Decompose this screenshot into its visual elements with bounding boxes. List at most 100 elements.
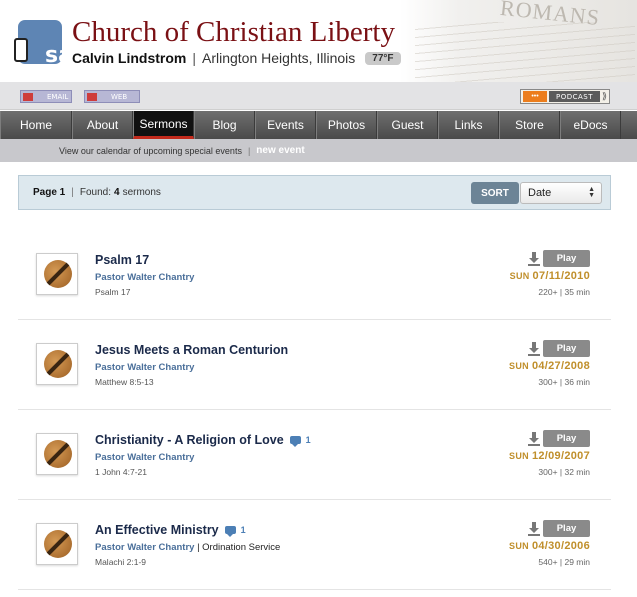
sermon-stats: 300+ | 32 min	[538, 467, 590, 477]
site-header: ROMANS sa Church of Christian Liberty Ca…	[0, 0, 637, 82]
download-icon[interactable]	[528, 522, 540, 536]
new-event-link[interactable]: new event	[256, 145, 304, 156]
updown-arrow-icon: ▲ ▼	[588, 186, 595, 199]
rss-icon: •••	[523, 91, 547, 102]
download-icon[interactable]	[528, 342, 540, 356]
day-of-week: SUN	[509, 541, 529, 551]
comment-bubble-icon	[224, 526, 236, 537]
play-button[interactable]: Play	[543, 520, 590, 537]
phone-icon	[14, 38, 28, 62]
web-button[interactable]: WEB	[84, 90, 140, 103]
sermon-stats: 540+ | 29 min	[538, 557, 590, 567]
nav-home[interactable]: Home	[0, 111, 72, 139]
separator: |	[71, 187, 74, 198]
sermon-thumbnail[interactable]	[36, 523, 78, 565]
nav-sermons[interactable]: Sermons	[133, 111, 194, 139]
sort-button[interactable]: SORT	[471, 182, 519, 204]
page-indicator: Page 1	[33, 187, 66, 198]
location[interactable]: Arlington Heights, Illinois	[202, 50, 355, 66]
sermon-speaker: Pastor Walter Chantry	[95, 452, 194, 463]
event-type: | Ordination Service	[197, 542, 281, 553]
found-suffix: sermons	[122, 187, 161, 198]
download-icon[interactable]	[528, 432, 540, 446]
found-prefix: Found:	[79, 187, 111, 198]
logo-text: sa	[45, 43, 73, 68]
sermon-title[interactable]: An Effective Ministry 1	[95, 523, 246, 537]
sermon-title[interactable]: Psalm 17	[95, 253, 149, 267]
podcast-label: PODCAST	[549, 91, 600, 102]
day-of-week: SUN	[509, 271, 530, 281]
play-button[interactable]: Play	[543, 340, 590, 357]
nav-photos[interactable]: Photos	[316, 111, 377, 139]
play-button[interactable]: Play	[543, 430, 590, 447]
speaker-link[interactable]: Pastor Walter Chantry	[95, 272, 194, 283]
pastor-info: Calvin Lindstrom | Arlington Heights, Il…	[72, 50, 401, 66]
main-nav: Home About Sermons Blog Events Photos Gu…	[0, 111, 637, 139]
sermon-list: Psalm 17 Pastor Walter Chantry Psalm 17 …	[18, 230, 611, 590]
comment-count: 1	[305, 435, 311, 445]
nav-store[interactable]: Store	[499, 111, 560, 139]
date-value: 07/11/2010	[532, 270, 590, 282]
pastor-name: Calvin Lindstrom	[72, 50, 187, 66]
nav-links[interactable]: Links	[438, 111, 499, 139]
comments-link[interactable]: 1	[224, 525, 246, 537]
sermon-row: Christianity - A Religion of Love 1 Past…	[18, 410, 611, 500]
sermon-thumbnail[interactable]	[36, 343, 78, 385]
bible-reference: Psalm 17	[95, 287, 131, 297]
results-toolbar: Page 1 | Found: 4 sermons SORT Date ▲ ▼	[18, 175, 611, 210]
podcast-button[interactable]: ••• PODCAST ⟫	[520, 89, 610, 104]
sermon-title[interactable]: Christianity - A Religion of Love 1	[95, 433, 311, 447]
sermon-title[interactable]: Jesus Meets a Roman Centurion	[95, 343, 288, 357]
sort-select[interactable]: Date ▲ ▼	[520, 182, 602, 204]
audio-disc-icon	[44, 350, 72, 378]
speaker-link[interactable]: Pastor Walter Chantry	[95, 452, 194, 463]
comment-bubble-icon	[289, 436, 301, 447]
podcast-arrow-icon: ⟫	[601, 91, 607, 101]
sermon-title-text[interactable]: An Effective Ministry	[95, 523, 219, 537]
web-label: WEB	[111, 92, 128, 101]
sermon-title-text[interactable]: Psalm 17	[95, 253, 149, 267]
cursor-icon	[87, 92, 97, 101]
sermon-stats: 300+ | 36 min	[538, 377, 590, 387]
nav-guest[interactable]: Guest	[377, 111, 438, 139]
sermon-thumbnail[interactable]	[36, 433, 78, 475]
bible-reference: Matthew 8:5-13	[95, 377, 154, 387]
nav-edocs[interactable]: eDocs	[560, 111, 621, 139]
sermon-row: An Effective Ministry 1 Pastor Walter Ch…	[18, 500, 611, 590]
sermon-date: SUN 04/30/2006	[509, 540, 590, 552]
sermon-thumbnail[interactable]	[36, 253, 78, 295]
sermon-speaker: Pastor Walter Chantry | Ordination Servi…	[95, 542, 280, 553]
day-of-week: SUN	[509, 451, 529, 461]
date-value: 04/27/2008	[531, 360, 590, 372]
sermon-date: SUN 04/27/2008	[509, 360, 590, 372]
day-of-week: SUN	[509, 361, 529, 371]
email-button[interactable]: EMAIL	[20, 90, 72, 103]
sort-value: Date	[528, 187, 552, 199]
page-title[interactable]: Church of Christian Liberty	[72, 16, 395, 49]
bible-text-texture	[415, 22, 635, 82]
comment-count: 1	[240, 525, 246, 535]
nav-about[interactable]: About	[72, 111, 133, 139]
download-icon[interactable]	[528, 252, 540, 266]
speaker-link[interactable]: Pastor Walter Chantry	[95, 362, 194, 373]
temperature-badge: 77°F	[365, 51, 401, 65]
audio-disc-icon	[44, 440, 72, 468]
calendar-link[interactable]: View our calendar of upcoming special ev…	[59, 146, 242, 156]
nav-events[interactable]: Events	[255, 111, 316, 139]
separator: |	[192, 50, 196, 66]
sermon-speaker: Pastor Walter Chantry	[95, 362, 194, 373]
calendar-bar: View our calendar of upcoming special ev…	[0, 139, 637, 162]
sermon-title-text[interactable]: Christianity - A Religion of Love	[95, 433, 284, 447]
envelope-icon	[23, 92, 33, 101]
date-value: 04/30/2006	[531, 540, 590, 552]
sermon-stats: 220+ | 35 min	[538, 287, 590, 297]
audio-disc-icon	[44, 530, 72, 558]
nav-blog[interactable]: Blog	[194, 111, 255, 139]
date-value: 12/09/2007	[531, 450, 590, 462]
bible-reference: Malachi 2:1-9	[95, 557, 147, 567]
found-number: 4	[114, 187, 120, 198]
comments-link[interactable]: 1	[289, 435, 311, 447]
sermon-title-text[interactable]: Jesus Meets a Roman Centurion	[95, 343, 288, 357]
speaker-link[interactable]: Pastor Walter Chantry	[95, 542, 194, 553]
play-button[interactable]: Play	[543, 250, 590, 267]
